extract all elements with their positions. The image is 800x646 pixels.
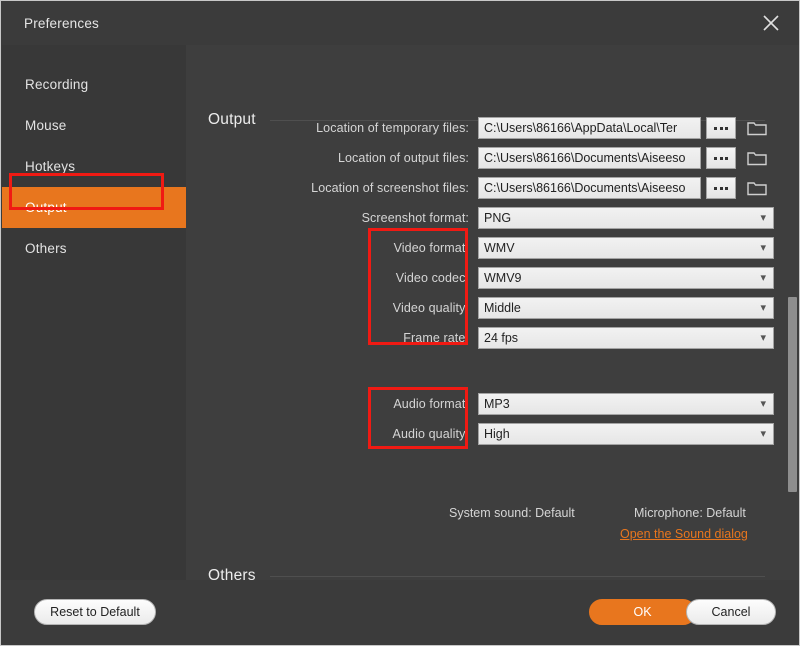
preferences-window: Preferences Recording Mouse Hotkeys Outp…: [0, 0, 800, 646]
folder-glyph: [747, 152, 767, 166]
sidebar-item-label: Hotkeys: [25, 159, 76, 174]
folder-glyph: [747, 122, 767, 136]
cancel-button[interactable]: Cancel: [686, 599, 776, 625]
chevron-down-icon: ▾: [760, 241, 766, 254]
select-value: High: [484, 427, 510, 441]
select-frame-rate[interactable]: 24 fps ▾: [478, 327, 774, 349]
sidebar: Recording Mouse Hotkeys Output Others: [2, 45, 186, 581]
chevron-down-icon: ▾: [760, 397, 766, 410]
select-value: WMV: [484, 241, 515, 255]
label-screenshot-format: Screenshot format:: [361, 211, 469, 225]
open-sound-dialog-link[interactable]: Open the Sound dialog: [620, 527, 748, 541]
scrollbar-thumb[interactable]: [788, 297, 797, 492]
browse-dots-icon[interactable]: [706, 147, 736, 169]
close-icon[interactable]: [751, 7, 791, 39]
dialog-footer: Reset to Default OK Cancel: [2, 580, 799, 644]
label-frame-rate: Frame rate:: [403, 331, 469, 345]
label-audio-format: Audio format:: [393, 397, 469, 411]
sidebar-item-hotkeys[interactable]: Hotkeys: [2, 146, 186, 187]
title-bar: Preferences: [1, 1, 799, 45]
row-audio-format: Audio format: MP3 ▾: [208, 393, 774, 415]
browse-dots-icon[interactable]: [706, 177, 736, 199]
section-heading-others: Others: [208, 567, 778, 581]
folder-glyph: [747, 182, 767, 196]
select-video-quality[interactable]: Middle ▾: [478, 297, 774, 319]
row-video-format: Video format: WMV ▾: [208, 237, 774, 259]
section-heading-others-label: Others: [208, 567, 256, 581]
select-video-codec[interactable]: WMV9 ▾: [478, 267, 774, 289]
select-value: Middle: [484, 301, 521, 315]
chevron-down-icon: ▾: [760, 211, 766, 224]
label-audio-quality: Audio quality:: [392, 427, 469, 441]
select-audio-format[interactable]: MP3 ▾: [478, 393, 774, 415]
label-video-quality: Video quality:: [392, 301, 469, 315]
label-video-format: Video format:: [393, 241, 469, 255]
chevron-down-icon: ▾: [760, 301, 766, 314]
chevron-down-icon: ▾: [760, 271, 766, 284]
select-audio-quality[interactable]: High ▾: [478, 423, 774, 445]
microphone-value: Microphone: Default: [634, 506, 746, 520]
system-sound-value: System sound: Default: [449, 506, 575, 520]
select-value: MP3: [484, 397, 510, 411]
window-title: Preferences: [24, 15, 99, 31]
select-video-format[interactable]: WMV ▾: [478, 237, 774, 259]
row-screenshot-files: Location of screenshot files: C:\Users\8…: [208, 177, 768, 199]
sidebar-item-label: Output: [25, 200, 67, 215]
chevron-down-icon: ▾: [760, 331, 766, 344]
close-glyph: [763, 15, 779, 31]
sidebar-item-recording[interactable]: Recording: [2, 64, 186, 105]
ok-button[interactable]: OK: [589, 599, 696, 625]
input-temporary-files[interactable]: C:\Users\86166\AppData\Local\Ter: [478, 117, 701, 139]
row-screenshot-format: Screenshot format: PNG ▾: [208, 207, 774, 229]
row-output-files: Location of output files: C:\Users\86166…: [208, 147, 768, 169]
label-output-files: Location of output files:: [337, 151, 469, 165]
sidebar-item-others[interactable]: Others: [2, 228, 186, 269]
reset-to-default-button[interactable]: Reset to Default: [34, 599, 156, 625]
browse-dots-icon[interactable]: [706, 117, 736, 139]
sidebar-item-label: Others: [25, 241, 67, 256]
row-video-codec: Video codec: WMV9 ▾: [208, 267, 774, 289]
select-value: PNG: [484, 211, 512, 225]
input-screenshot-files[interactable]: C:\Users\86166\Documents\Aiseeso: [478, 177, 701, 199]
folder-icon[interactable]: [746, 148, 768, 168]
row-audio-quality: Audio quality: High ▾: [208, 423, 774, 445]
label-screenshot-files: Location of screenshot files:: [311, 181, 469, 195]
select-value: WMV9: [484, 271, 522, 285]
folder-icon[interactable]: [746, 178, 768, 198]
chevron-down-icon: ▾: [760, 427, 766, 440]
row-video-quality: Video quality: Middle ▾: [208, 297, 774, 319]
select-value: 24 fps: [484, 331, 519, 345]
sidebar-item-label: Recording: [25, 77, 89, 92]
label-video-codec: Video codec:: [395, 271, 469, 285]
section-divider: [269, 575, 765, 577]
label-temporary-files: Location of temporary files:: [316, 121, 469, 135]
folder-icon[interactable]: [746, 118, 768, 138]
sidebar-top-spacer: [2, 45, 186, 64]
select-screenshot-format[interactable]: PNG ▾: [478, 207, 774, 229]
sidebar-item-mouse[interactable]: Mouse: [2, 105, 186, 146]
sidebar-item-label: Mouse: [25, 118, 67, 133]
row-frame-rate: Frame rate: 24 fps ▾: [208, 327, 774, 349]
row-temporary-files: Location of temporary files: C:\Users\86…: [208, 117, 768, 139]
sidebar-item-output[interactable]: Output: [2, 187, 186, 228]
input-output-files[interactable]: C:\Users\86166\Documents\Aiseeso: [478, 147, 701, 169]
output-settings-panel: Output Location of temporary files: C:\U…: [186, 45, 799, 581]
